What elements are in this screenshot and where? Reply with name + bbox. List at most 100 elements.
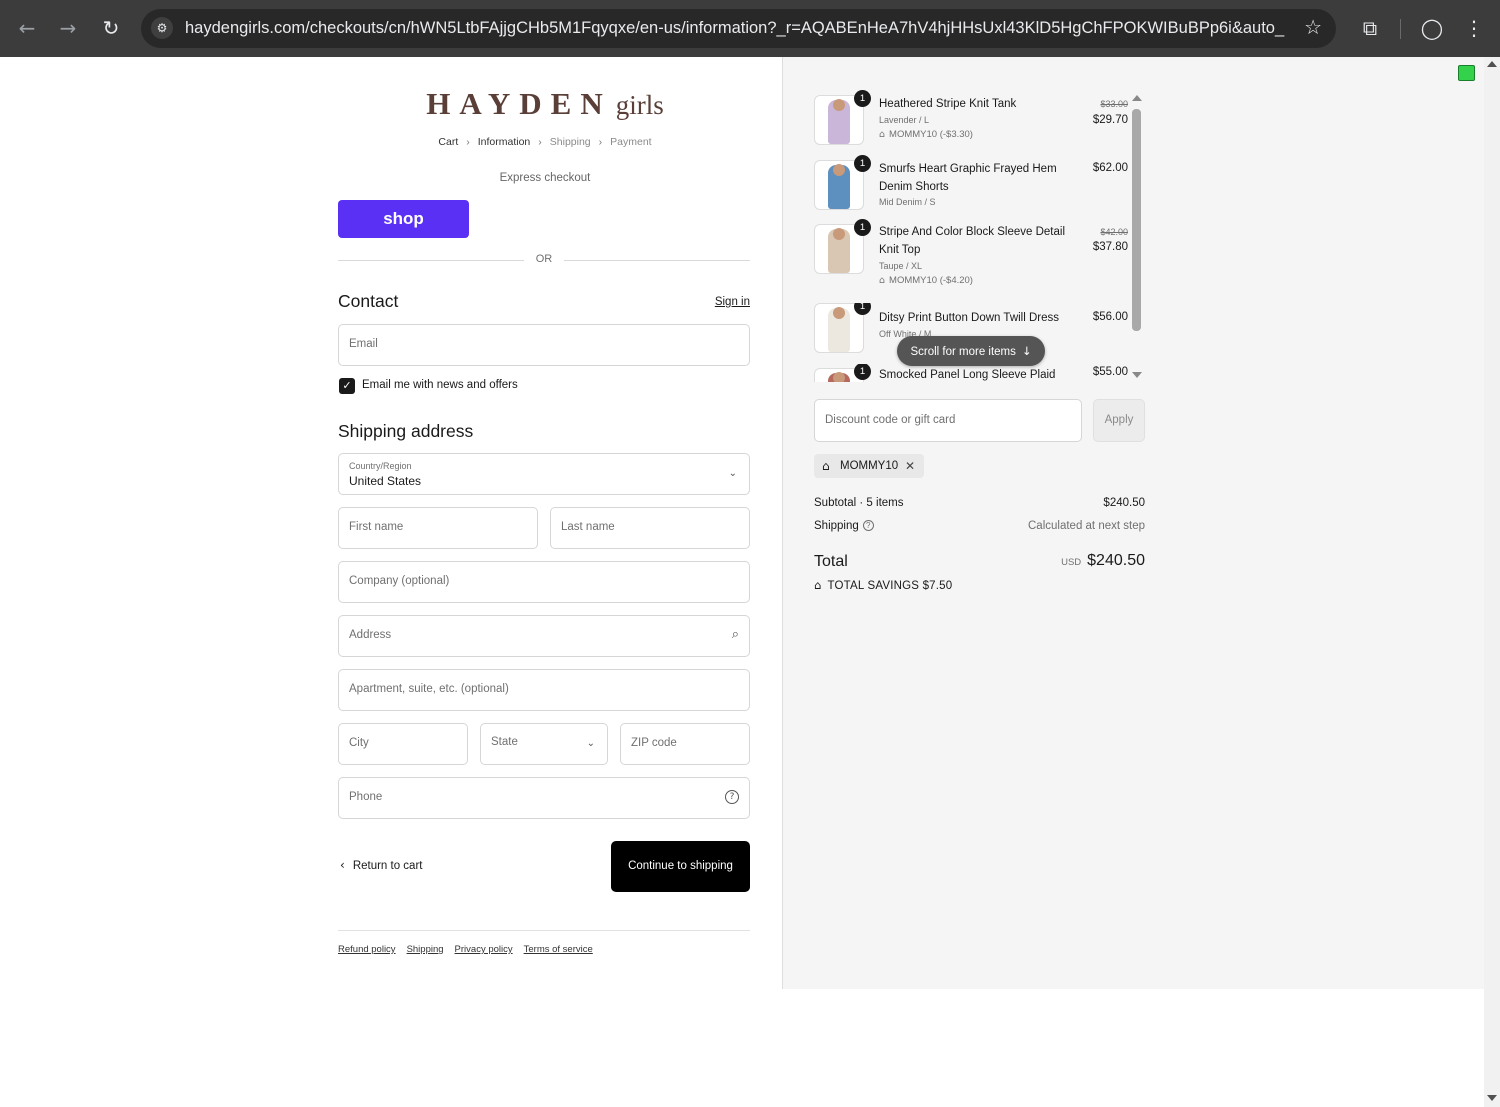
applied-code: MOMMY10 (840, 460, 899, 472)
apply-discount-button[interactable]: Apply (1093, 399, 1145, 442)
breadcrumb-shipping: Shipping (549, 136, 591, 148)
or-label: OR (535, 253, 553, 265)
address-bar[interactable]: ⚙ haydengirls.com/checkouts/cn/hWN5LtbFA… (141, 9, 1336, 48)
help-icon[interactable]: ? (725, 790, 739, 804)
cart-item: 1 Heathered Stripe Knit Tank Lavender / … (814, 90, 1132, 151)
contact-title: Contact (338, 291, 399, 311)
logo-sub: girls (615, 90, 664, 120)
footer-divider (338, 930, 750, 931)
state-select[interactable]: State ⌄ (480, 723, 608, 765)
bookmark-star-icon[interactable]: ☆ (1304, 15, 1322, 39)
phone-field[interactable]: Phone ? (338, 777, 750, 819)
total-value-row: USD $240.50 (1061, 552, 1145, 570)
first-name-field[interactable]: First name (338, 507, 538, 549)
scroll-hint-label: Scroll for more items (910, 346, 1016, 358)
item-discount: ⌂ MOMMY10 (-$3.30) (879, 129, 973, 140)
zip-field[interactable]: ZIP code (620, 723, 750, 765)
email-field[interactable]: Email (338, 324, 750, 366)
savings-value: $7.50 (922, 580, 953, 592)
url-text[interactable]: haydengirls.com/checkouts/cn/hWN5LtbFAjj… (185, 19, 1285, 38)
item-price: $56.00 (1092, 311, 1128, 323)
currency-code: USD (1061, 557, 1082, 568)
company-placeholder: Company (optional) (349, 575, 450, 587)
savings-label: TOTAL SAVINGS (827, 580, 920, 592)
address-field[interactable]: Address ⌕ (338, 615, 750, 657)
scroll-down-arrow[interactable] (1487, 1095, 1497, 1101)
total-savings: ⌂ TOTAL SAVINGS $7.50 (814, 578, 952, 592)
chevron-left-icon: ‹ (340, 858, 345, 872)
forward-icon[interactable]: → (54, 14, 82, 42)
page-scrollbar[interactable] (1484, 57, 1500, 1107)
cart-item: 1 Smocked Panel Long Sleeve Plaid $55.00 (814, 364, 1132, 382)
remove-discount-icon[interactable]: ✕ (905, 454, 915, 478)
company-field[interactable]: Company (optional) (338, 561, 750, 603)
item-price: $62.00 (1092, 162, 1128, 174)
zip-placeholder: ZIP code (631, 737, 677, 749)
item-name: Heathered Stripe Knit Tank (879, 98, 1017, 110)
tag-icon: ⌂ (814, 578, 822, 592)
reload-icon[interactable]: ↻ (97, 14, 125, 42)
tag-icon: ⌂ (879, 275, 886, 286)
breadcrumb-payment: Payment (610, 136, 652, 148)
quantity-badge: 1 (854, 364, 871, 380)
tag-icon: ⌂ (879, 129, 886, 140)
breadcrumb-cart[interactable]: Cart (438, 136, 458, 148)
privacy-policy-link[interactable]: Privacy policy (455, 944, 513, 955)
extensions-icon[interactable]: ⧉ (1356, 14, 1384, 42)
return-to-cart-link[interactable]: ‹ Return to cart (340, 858, 422, 872)
refund-policy-link[interactable]: Refund policy (338, 944, 396, 955)
scroll-for-more-button[interactable]: Scroll for more items ↓ (897, 336, 1045, 366)
apartment-field[interactable]: Apartment, suite, etc. (optional) (338, 669, 750, 711)
last-name-field[interactable]: Last name (550, 507, 750, 549)
applied-discount-chip: ⌂ MOMMY10 ✕ (814, 454, 924, 478)
item-name: Ditsy Print Button Down Twill Dress (879, 312, 1060, 324)
newsletter-checkbox[interactable]: ✓ (339, 378, 355, 394)
cart-item: 1 Stripe And Color Block Sleeve Detail K… (814, 219, 1132, 286)
item-variant: Mid Denim / S (879, 197, 936, 207)
chevron-down-icon: ⌄ (728, 468, 737, 479)
site-settings-icon[interactable]: ⚙ (151, 17, 173, 39)
last-name-placeholder: Last name (561, 521, 615, 533)
shipping-address-title: Shipping address (338, 421, 474, 441)
city-field[interactable]: City (338, 723, 468, 765)
first-name-placeholder: First name (349, 521, 404, 533)
back-icon[interactable]: ← (13, 14, 41, 42)
item-variant: Taupe / XL (879, 261, 923, 271)
scroll-down-arrow[interactable] (1132, 372, 1142, 378)
cart-item: 1 Smurfs Heart Graphic Frayed Hem Denim … (814, 155, 1132, 216)
item-variant: Lavender / L (879, 115, 930, 125)
item-discount: ⌂ MOMMY10 (-$4.20) (879, 275, 973, 286)
terms-of-service-link[interactable]: Terms of service (524, 944, 593, 955)
cart-scrollbar[interactable] (1131, 95, 1143, 378)
chevron-down-icon: ⌄ (586, 738, 595, 749)
help-icon[interactable]: ? (862, 520, 874, 532)
newsletter-label[interactable]: Email me with news and offers (362, 379, 518, 391)
extension-indicator (1458, 65, 1475, 81)
discount-code-input[interactable]: Discount code or gift card (814, 399, 1082, 442)
country-select[interactable]: Country/Region United States ⌄ (338, 453, 750, 495)
item-price: $29.70 (1092, 114, 1128, 126)
total-value: $240.50 (1087, 552, 1145, 569)
state-placeholder: State (491, 736, 518, 748)
chevron-right-icon: › (538, 136, 542, 148)
sign-in-link[interactable]: Sign in (700, 296, 750, 308)
scroll-up-arrow[interactable] (1132, 95, 1142, 101)
express-checkout-title: Express checkout (499, 172, 591, 184)
quantity-badge: 1 (854, 90, 871, 107)
store-logo[interactable]: HAYDEN girls (340, 86, 750, 122)
scrollbar-thumb[interactable] (1132, 109, 1141, 331)
item-name: Stripe And Color Block Sleeve Detail Kni… (879, 226, 1066, 256)
shipping-label-row: Shipping? (814, 520, 874, 532)
scroll-up-arrow[interactable] (1487, 61, 1497, 67)
apartment-placeholder: Apartment, suite, etc. (optional) (349, 683, 509, 695)
email-placeholder: Email (349, 338, 378, 350)
arrow-down-icon: ↓ (1021, 344, 1032, 358)
phone-placeholder: Phone (349, 791, 383, 803)
shipping-policy-link[interactable]: Shipping (407, 944, 444, 955)
item-name: Smurfs Heart Graphic Frayed Hem Denim Sh… (879, 163, 1057, 193)
shop-pay-button[interactable]: shop (338, 200, 469, 238)
profile-icon[interactable]: ◯ (1418, 14, 1446, 42)
menu-icon[interactable]: ⋮ (1460, 14, 1488, 42)
total-label: Total (814, 553, 848, 570)
continue-to-shipping-button[interactable]: Continue to shipping (611, 841, 750, 892)
